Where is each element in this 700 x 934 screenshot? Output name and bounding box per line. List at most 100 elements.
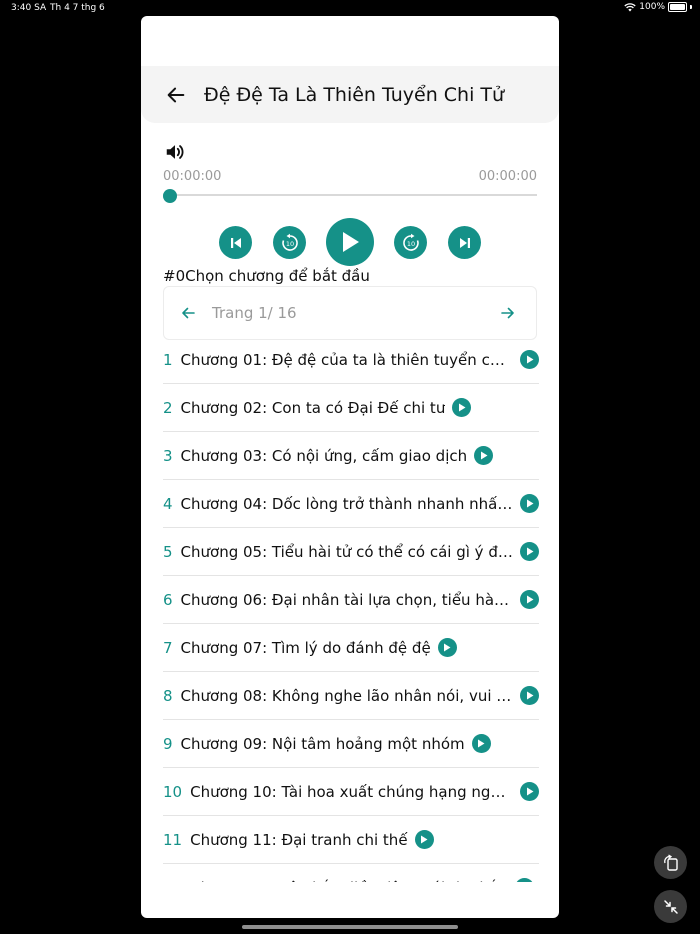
play-icon bbox=[526, 547, 533, 556]
play-icon bbox=[526, 787, 533, 796]
skip-previous-button[interactable] bbox=[219, 226, 252, 259]
page-title: Đệ Đệ Ta Là Thiên Tuyển Chi Tử bbox=[204, 83, 505, 106]
player-modal: Đệ Đệ Ta Là Thiên Tuyển Chi Tử 00:00:00 … bbox=[141, 16, 559, 918]
forward-10-button[interactable]: 10 bbox=[394, 226, 427, 259]
prev-page-button[interactable] bbox=[180, 303, 200, 323]
next-page-button[interactable] bbox=[500, 303, 520, 323]
header-bar: Đệ Đệ Ta Là Thiên Tuyển Chi Tử bbox=[141, 66, 559, 123]
arrow-left-icon bbox=[167, 87, 185, 102]
play-icon bbox=[526, 499, 533, 508]
page-navigator: Trang 1/ 16 bbox=[163, 286, 537, 340]
chapter-title: Chương 05: Tiểu hài tử có thể có cái gì … bbox=[180, 542, 513, 561]
chapter-title: Chương 02: Con ta có Đại Đế chi tư bbox=[180, 398, 446, 417]
progress-thumb[interactable] bbox=[163, 189, 177, 203]
rewind-10-icon: 10 bbox=[281, 233, 298, 251]
chapter-title: Chương 11: Đại tranh chi thế bbox=[190, 830, 408, 849]
chapter-row[interactable]: 9 Chương 09: Nội tâm hoảng một nhóm bbox=[163, 720, 539, 768]
play-icon bbox=[478, 739, 485, 748]
play-icon bbox=[526, 355, 533, 364]
status-time: 3:40 SA bbox=[11, 3, 47, 13]
battery-percent: 100% bbox=[639, 2, 665, 12]
chapter-title: Chương 12: Yêu hắn, liền đâm trái tim hắ… bbox=[190, 879, 508, 883]
play-icon bbox=[526, 691, 533, 700]
skip-next-icon bbox=[459, 237, 470, 248]
svg-text:10: 10 bbox=[406, 240, 414, 248]
chapter-title: Chương 10: Tài hoa xuất chúng hạng người bbox=[190, 782, 513, 801]
play-icon bbox=[444, 643, 451, 652]
total-time: 00:00:00 bbox=[478, 169, 537, 184]
forward-10-icon: 10 bbox=[402, 233, 419, 251]
chapter-play-button[interactable] bbox=[520, 782, 539, 801]
play-button[interactable] bbox=[326, 218, 374, 266]
speaker-icon bbox=[166, 145, 184, 159]
chapter-number: 2 bbox=[163, 398, 173, 417]
chapter-title: Chương 08: Không nghe lão nhân nói, vui … bbox=[180, 686, 513, 705]
chapter-number: 11 bbox=[163, 830, 183, 849]
chapter-number: 1 bbox=[163, 350, 173, 369]
minimize-button[interactable] bbox=[654, 890, 687, 923]
chapter-row[interactable]: 1 Chương 01: Đệ đệ của ta là thiên tuyển … bbox=[163, 336, 539, 384]
chapter-row[interactable]: 10 Chương 10: Tài hoa xuất chúng hạng ngư… bbox=[163, 768, 539, 816]
chapter-hint: #0Chọn chương để bắt đầu bbox=[163, 267, 370, 285]
chapter-play-button[interactable] bbox=[452, 398, 472, 417]
chapter-title: Chương 06: Đại nhân tài lựa chọn, tiểu h… bbox=[180, 590, 513, 609]
status-bar: 3:40 SA Th 4 7 thg 6 100% bbox=[0, 0, 700, 16]
chapter-play-button[interactable] bbox=[520, 686, 539, 705]
chapter-number: 10 bbox=[163, 782, 183, 801]
chapter-number: 12 bbox=[163, 879, 182, 883]
chapter-list: 1 Chương 01: Đệ đệ của ta là thiên tuyển … bbox=[163, 336, 539, 882]
chapter-row[interactable]: 5 Chương 05: Tiểu hài tử có thể có cái gì… bbox=[163, 528, 539, 576]
playback-controls: 10 10 bbox=[141, 218, 559, 270]
chapter-row[interactable]: 7 Chương 07: Tìm lý do đánh đệ đệ bbox=[163, 624, 539, 672]
current-time: 00:00:00 bbox=[163, 169, 222, 184]
chapter-play-button[interactable] bbox=[474, 446, 494, 465]
chapter-play-button[interactable] bbox=[520, 494, 539, 513]
skip-next-button[interactable] bbox=[448, 226, 481, 259]
chapter-play-button[interactable] bbox=[437, 638, 457, 657]
status-date: Th 4 7 thg 6 bbox=[50, 3, 105, 13]
chapter-title: Chương 03: Có nội ứng, cấm giao dịch bbox=[180, 446, 468, 465]
chapter-title: Chương 07: Tìm lý do đánh đệ đệ bbox=[180, 638, 431, 657]
skip-previous-icon bbox=[230, 237, 241, 248]
chapter-row[interactable]: 6 Chương 06: Đại nhân tài lựa chọn, tiểu … bbox=[163, 576, 539, 624]
chapter-play-button[interactable] bbox=[414, 830, 434, 849]
home-indicator bbox=[242, 925, 458, 929]
battery-icon bbox=[668, 2, 687, 12]
chapter-number: 9 bbox=[163, 734, 173, 753]
progress-track[interactable] bbox=[163, 194, 537, 196]
play-icon bbox=[421, 835, 428, 844]
play-icon bbox=[526, 595, 533, 604]
chapter-title: Chương 04: Dốc lòng trở thành nhanh nhất… bbox=[180, 494, 513, 513]
chapter-row[interactable]: 12 Chương 12: Yêu hắn, liền đâm trái tim … bbox=[163, 864, 539, 882]
chapter-row[interactable]: 3 Chương 03: Có nội ứng, cấm giao dịch bbox=[163, 432, 539, 480]
collapse-icon bbox=[663, 899, 678, 914]
rotate-button[interactable] bbox=[654, 846, 687, 879]
chapter-row[interactable]: 8 Chương 08: Không nghe lão nhân nói, vui… bbox=[163, 672, 539, 720]
battery-tip bbox=[690, 5, 692, 9]
page-indicator: Trang 1/ 16 bbox=[212, 304, 297, 322]
chapter-number: 7 bbox=[163, 638, 173, 657]
chapter-play-button[interactable] bbox=[471, 734, 491, 753]
arrow-right-icon bbox=[501, 307, 514, 319]
chapter-play-button[interactable] bbox=[514, 878, 534, 882]
chapter-title: Chương 09: Nội tâm hoảng một nhóm bbox=[180, 734, 465, 753]
chapter-number: 4 bbox=[163, 494, 173, 513]
status-right: 100% bbox=[624, 2, 692, 12]
svg-text:10: 10 bbox=[285, 240, 293, 248]
chapter-number: 8 bbox=[163, 686, 173, 705]
volume-button[interactable] bbox=[164, 141, 186, 163]
chapter-row[interactable]: 4 Chương 04: Dốc lòng trở thành nhanh nhấ… bbox=[163, 480, 539, 528]
chapter-play-button[interactable] bbox=[520, 590, 539, 609]
chapter-play-button[interactable] bbox=[520, 542, 539, 561]
chapter-number: 5 bbox=[163, 542, 173, 561]
chapter-row[interactable]: 2 Chương 02: Con ta có Đại Đế chi tư bbox=[163, 384, 539, 432]
chapter-row[interactable]: 11 Chương 11: Đại tranh chi thế bbox=[163, 816, 539, 864]
rewind-10-button[interactable]: 10 bbox=[273, 226, 306, 259]
chapter-play-button[interactable] bbox=[520, 350, 539, 369]
play-icon bbox=[343, 232, 359, 252]
play-icon bbox=[480, 451, 488, 460]
arrow-left-icon bbox=[182, 307, 195, 319]
back-button[interactable] bbox=[164, 83, 188, 107]
rotate-icon bbox=[663, 853, 678, 871]
wifi-icon bbox=[624, 2, 636, 11]
